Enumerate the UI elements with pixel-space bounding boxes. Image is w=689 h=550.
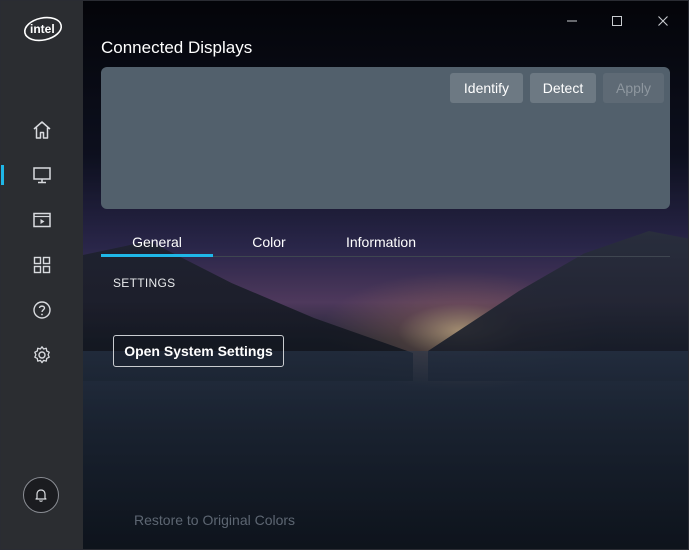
close-icon [658,16,668,26]
sidebar-item-settings[interactable] [1,337,83,373]
sidebar-item-display[interactable] [1,157,83,193]
grid-icon [33,256,51,274]
settings-section-label: SETTINGS [113,276,176,290]
notifications-button[interactable] [23,477,59,513]
tab-information[interactable]: Information [325,227,437,257]
sidebar-item-help[interactable] [1,292,83,328]
active-indicator [1,165,4,185]
maximize-icon [612,16,622,26]
tab-color[interactable]: Color [213,227,325,257]
app-window: intel Connected Displays Identify Detect… [0,0,689,550]
minimize-icon [567,20,577,22]
active-tab-indicator [101,254,213,257]
video-icon [33,212,51,228]
detect-button[interactable]: Detect [530,73,596,103]
svg-text:intel: intel [30,22,55,36]
sidebar: intel [1,1,83,549]
tab-general[interactable]: General [101,227,213,257]
sidebar-item-apps[interactable] [1,247,83,283]
close-button[interactable] [652,11,674,31]
sidebar-item-home[interactable] [1,112,83,148]
open-system-settings-button[interactable]: Open System Settings [113,335,284,367]
gear-icon [34,346,50,364]
minimize-button[interactable] [561,11,583,31]
identify-button[interactable]: Identify [450,73,523,103]
help-icon [33,301,51,319]
maximize-button[interactable] [606,11,628,31]
restore-original-colors-link[interactable]: Restore to Original Colors [134,512,295,528]
monitor-icon [33,167,51,184]
page-title: Connected Displays [101,38,253,57]
apply-button[interactable]: Apply [603,73,664,103]
home-icon [33,121,51,139]
bell-icon [35,489,47,502]
intel-logo: intel [23,16,63,42]
sidebar-item-video[interactable] [1,202,83,238]
